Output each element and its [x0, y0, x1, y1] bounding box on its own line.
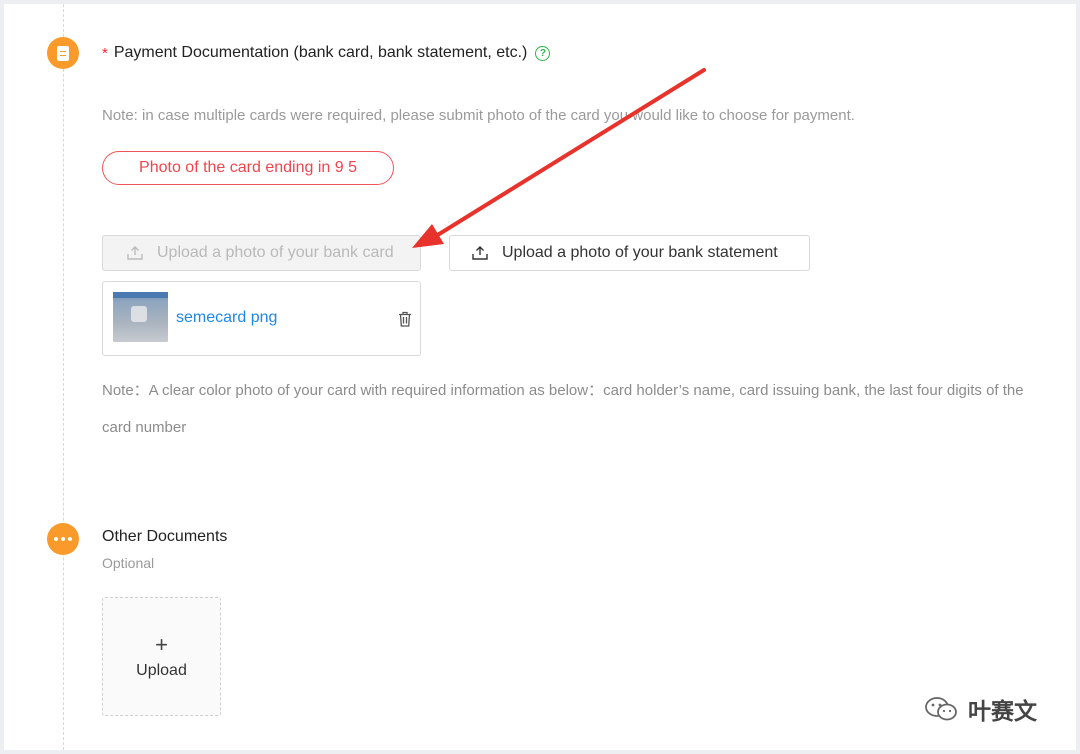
other-documents-title: Other Documents — [102, 528, 228, 545]
payment-documentation-title: * Payment Documentation (bank card, bank… — [102, 44, 551, 62]
document-icon — [57, 45, 69, 61]
document-step-icon — [47, 37, 79, 69]
payment-note: Note: in case multiple cards were requir… — [102, 107, 855, 124]
file-thumbnail[interactable] — [113, 292, 168, 342]
trash-icon[interactable] — [398, 311, 412, 327]
section-title: Payment Documentation (bank card, bank s… — [113, 44, 528, 61]
required-mark: * — [102, 44, 108, 62]
more-step-icon — [47, 523, 79, 555]
optional-label: Optional — [102, 555, 155, 571]
card-ending-tag[interactable]: Photo of the card ending in 9 5 — [102, 151, 394, 185]
upload-icon — [472, 246, 488, 260]
upload-bank-statement-label: Upload a photo of your bank statement — [502, 244, 778, 261]
wechat-icon — [925, 697, 957, 721]
upload-icon — [127, 246, 143, 260]
file-name-link[interactable]: semecard png — [176, 309, 277, 327]
form-panel: * Payment Documentation (bank card, bank… — [4, 4, 1076, 750]
upload-bank-statement-button[interactable]: Upload a photo of your bank statement — [449, 235, 810, 271]
uploaded-file-item: semecard png — [102, 281, 421, 356]
upload-label: Upload — [136, 661, 187, 679]
plus-icon: + — [155, 631, 168, 657]
wechat-watermark: 叶赛文 — [924, 692, 1037, 726]
upload-bank-card-label: Upload a photo of your bank card — [157, 244, 394, 261]
upload-bank-card-button[interactable]: Upload a photo of your bank card — [102, 235, 421, 271]
watermark-text: 叶赛文 — [968, 698, 1037, 724]
timeline-line — [63, 4, 64, 750]
card-photo-note: Note：A clear color photo of your card wi… — [102, 382, 1024, 436]
upload-other-documents-button[interactable]: + Upload — [102, 597, 221, 716]
question-circle-icon[interactable]: ? — [535, 45, 551, 61]
ellipsis-icon — [54, 537, 72, 541]
